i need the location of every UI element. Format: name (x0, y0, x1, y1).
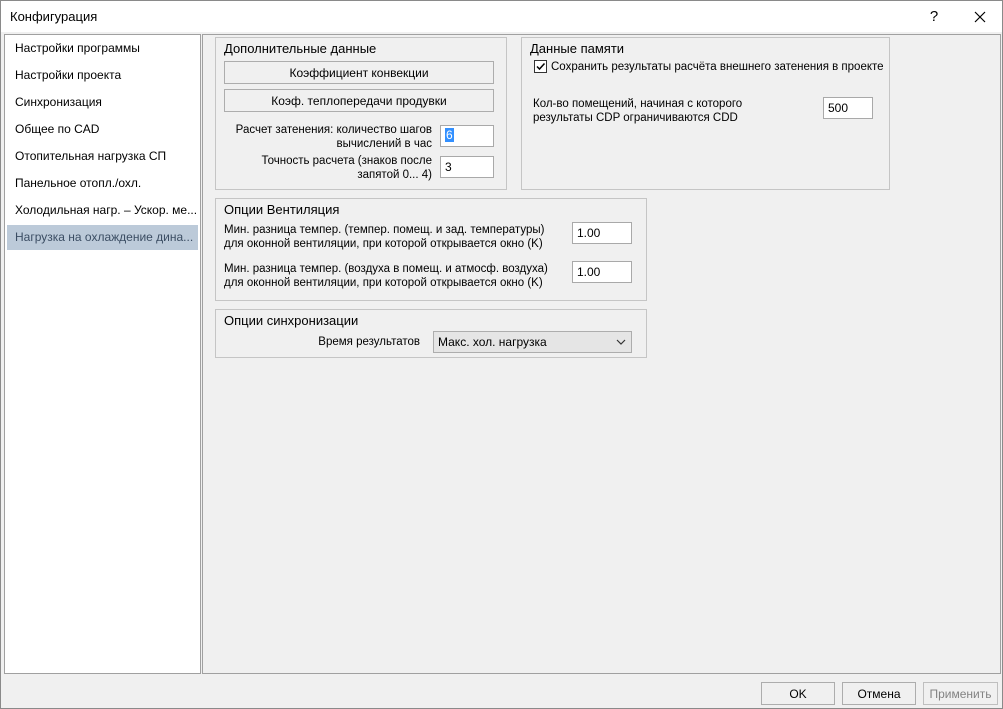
blowdown-heat-transfer-button[interactable]: Коэф. теплопередачи продувки (224, 89, 494, 112)
close-button[interactable] (957, 1, 1003, 32)
shading-steps-label: Расчет затенения: количество шагов вычис… (235, 124, 432, 150)
chevron-down-icon (616, 339, 626, 345)
nav-item-sync[interactable]: Синхронизация (7, 90, 198, 115)
ventilation-title: Опции Вентиляция (224, 202, 340, 217)
save-shading-label: Сохранить результаты расчёта внешнего за… (551, 61, 884, 73)
nav-item-panel-heating[interactable]: Панельное отопл./охл. (7, 171, 198, 196)
ventilation-group: Опции Вентиляция Мин. разница темпер. (т… (215, 198, 647, 301)
apply-button[interactable]: Применить (923, 682, 998, 705)
rooms-threshold-input[interactable] (823, 97, 873, 119)
precision-input[interactable] (440, 156, 494, 178)
config-dialog: Конфигурация ? Настройки программы Настр… (0, 0, 1003, 709)
results-time-select[interactable]: Макс. хол. нагрузка (433, 331, 632, 353)
shading-steps-value: 6 (445, 128, 454, 142)
min-temp-diff-1-input[interactable] (572, 222, 632, 244)
nav-item-cooling-fast[interactable]: Холодильная нагр. – Ускор. ме... (7, 198, 198, 223)
ok-button[interactable]: OK (761, 682, 835, 705)
results-time-value: Макс. хол. нагрузка (438, 335, 547, 349)
settings-panel: Дополнительные данные Коэффициент конвек… (202, 34, 1001, 674)
additional-data-group: Дополнительные данные Коэффициент конвек… (215, 37, 507, 190)
min-temp-diff-2-label: Мин. разница темпер. (воздуха в помещ. и… (224, 263, 548, 289)
nav-item-program-settings[interactable]: Настройки программы (7, 36, 198, 61)
help-button[interactable]: ? (911, 1, 957, 32)
precision-label: Точность расчета (знаков после запятой 0… (261, 155, 432, 181)
nav-item-project-settings[interactable]: Настройки проекта (7, 63, 198, 88)
settings-nav: Настройки программы Настройки проекта Си… (4, 34, 201, 674)
checkmark-icon (536, 62, 546, 71)
memory-data-title: Данные памяти (530, 41, 625, 56)
nav-item-heating-load[interactable]: Отопительная нагрузка СП (7, 144, 198, 169)
close-icon (974, 11, 986, 22)
title-bar: Конфигурация ? (1, 1, 1002, 32)
results-time-label: Время результатов (318, 336, 420, 348)
nav-item-cooling-dynamic[interactable]: Нагрузка на охлаждение дина... (7, 225, 198, 250)
nav-item-cad[interactable]: Общее по CAD (7, 117, 198, 142)
additional-data-title: Дополнительные данные (224, 41, 377, 56)
rooms-threshold-label: Кол-во помещений, начиная с которого рез… (533, 98, 743, 124)
save-shading-checkbox[interactable] (534, 60, 547, 73)
min-temp-diff-2-input[interactable] (572, 261, 632, 283)
memory-data-group: Данные памяти Сохранить результаты расчё… (521, 37, 890, 190)
min-temp-diff-1-label: Мин. разница темпер. (темпер. помещ. и з… (224, 224, 545, 250)
convection-coefficient-button[interactable]: Коэффициент конвекции (224, 61, 494, 84)
cancel-button[interactable]: Отмена (842, 682, 916, 705)
sync-options-group: Опции синхронизации Время результатов Ма… (215, 309, 647, 358)
sync-options-title: Опции синхронизации (224, 313, 359, 328)
shading-steps-input[interactable]: 6 (440, 125, 494, 147)
window-title: Конфигурация (10, 9, 98, 24)
